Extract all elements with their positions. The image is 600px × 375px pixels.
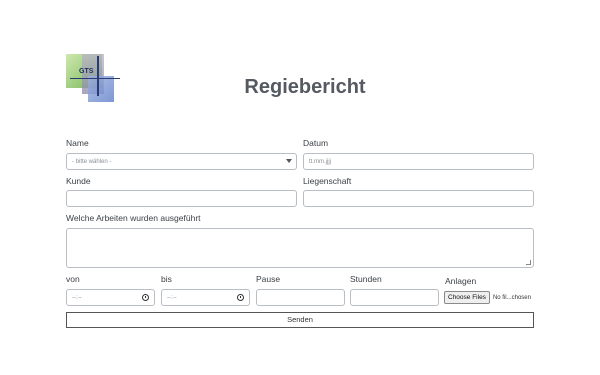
datum-label: Datum: [303, 138, 329, 148]
bis-label: bis: [161, 274, 172, 284]
liegenschaft-input[interactable]: [303, 190, 534, 207]
pause-input[interactable]: [256, 289, 345, 306]
kunde-input[interactable]: [66, 190, 297, 207]
arbeiten-label: Welche Arbeiten wurden ausgeführt: [66, 213, 201, 223]
logo-text: GTS: [79, 68, 94, 75]
name-select-value: - bitte wählen -: [72, 158, 112, 165]
file-status: No fil...chosen: [492, 294, 531, 301]
chevron-down-icon: [286, 159, 292, 163]
gts-logo: GTS: [66, 54, 122, 102]
von-time-input[interactable]: --:--: [66, 289, 155, 306]
name-label: Name: [66, 138, 89, 148]
senden-button[interactable]: Senden: [66, 312, 534, 328]
clock-icon[interactable]: [142, 294, 149, 301]
choose-files-button[interactable]: Choose Files: [444, 291, 490, 304]
von-placeholder: --:--: [72, 294, 82, 301]
bis-time-input[interactable]: --:--: [161, 289, 250, 306]
resize-handle-icon[interactable]: [526, 260, 531, 265]
pause-label: Pause: [256, 274, 281, 284]
arbeiten-textarea[interactable]: [66, 228, 534, 268]
kunde-label: Kunde: [66, 176, 91, 186]
stunden-label: Stunden: [350, 274, 382, 284]
stunden-input[interactable]: [350, 289, 439, 306]
datum-input[interactable]: tt.mm.jjjj: [303, 153, 534, 170]
von-label: von: [66, 274, 80, 284]
liegenschaft-label: Liegenschaft: [303, 176, 352, 186]
bis-placeholder: --:--: [167, 294, 177, 301]
anlagen-file-input[interactable]: Choose Files No fil...chosen: [444, 291, 531, 304]
page-title: Regiebericht: [244, 76, 366, 98]
clock-icon[interactable]: [237, 294, 244, 301]
anlagen-label: Anlagen: [445, 276, 477, 286]
datum-placeholder: tt.mm.jjjj: [309, 158, 331, 165]
name-select[interactable]: - bitte wählen -: [66, 153, 297, 170]
